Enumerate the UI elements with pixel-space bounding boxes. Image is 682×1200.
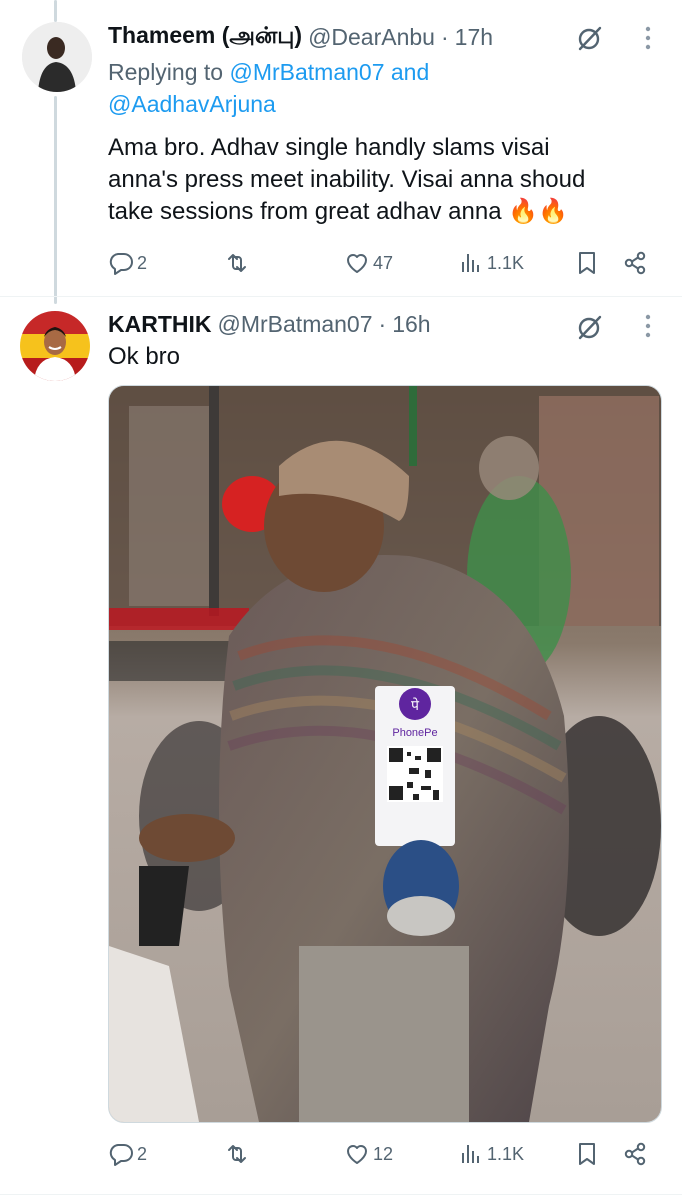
retweet-button[interactable] bbox=[224, 248, 253, 278]
reply-button[interactable]: 2 bbox=[108, 1139, 147, 1169]
replying-to-user-1[interactable]: @MrBatman07 bbox=[229, 59, 384, 85]
tweet-2[interactable]: KARTHIK @MrBatman07 · 16h Ok bro पे Phon… bbox=[0, 297, 682, 1197]
reply-count: 2 bbox=[137, 252, 148, 273]
replying-to-label: Replying to bbox=[108, 59, 230, 85]
like-count: 12 bbox=[373, 1143, 394, 1164]
display-name[interactable]: Thameem (அன்பு) bbox=[108, 22, 302, 52]
retweet-button[interactable] bbox=[224, 1139, 253, 1169]
grok-icon[interactable] bbox=[576, 313, 604, 341]
action-bar: 2 12 1.1K bbox=[108, 1139, 656, 1169]
views-count: 1.1K bbox=[487, 1143, 525, 1164]
reply-icon bbox=[109, 253, 133, 275]
handle[interactable]: @MrBatman07 bbox=[218, 311, 373, 338]
views-button[interactable]: 1.1K bbox=[458, 248, 524, 278]
tweet-text-line: anna's press meet inability. Visai anna … bbox=[108, 166, 586, 193]
more-icon[interactable] bbox=[643, 312, 653, 340]
photo-image: पे PhonePe bbox=[109, 386, 661, 1122]
share-icon bbox=[624, 1142, 646, 1166]
tweet-divider bbox=[0, 1194, 682, 1195]
views-icon bbox=[462, 254, 479, 272]
replying-to: Replying to @MrBatman07 and @AadhavArjun… bbox=[108, 56, 648, 120]
reply-button[interactable]: 2 bbox=[108, 248, 147, 278]
separator-dot: · bbox=[440, 23, 449, 50]
grok-icon[interactable] bbox=[576, 24, 604, 52]
tweet-text-line: take sessions from great adhav anna 🔥🔥 bbox=[108, 198, 568, 225]
tweet-photo[interactable]: पे PhonePe bbox=[108, 385, 662, 1123]
svg-text:पे: पे bbox=[411, 697, 420, 714]
timestamp[interactable]: 17h bbox=[455, 24, 493, 51]
tweet-1[interactable]: Thameem (அன்பு) @DearAnbu · 17h Replying… bbox=[0, 0, 682, 296]
more-icon[interactable] bbox=[643, 24, 653, 52]
phonepe-label: PhonePe bbox=[392, 727, 437, 739]
views-icon bbox=[462, 1145, 479, 1163]
tweet-header: Thameem (அன்பு) @DearAnbu · 17h bbox=[108, 20, 493, 54]
avatar[interactable] bbox=[20, 311, 90, 381]
timestamp[interactable]: 16h bbox=[392, 311, 430, 338]
share-icon bbox=[624, 251, 646, 275]
display-name[interactable]: KARTHIK bbox=[108, 311, 212, 338]
reply-icon bbox=[109, 1144, 133, 1166]
bookmark-icon bbox=[579, 252, 595, 274]
action-bar: 2 47 1.1K bbox=[108, 248, 656, 278]
retweet-icon bbox=[228, 254, 246, 272]
bookmark-icon bbox=[579, 1143, 595, 1165]
tweet-text: Ok bro bbox=[108, 343, 181, 370]
tweet-text: Ama bro. Adhav single handly slams visai… bbox=[108, 132, 658, 228]
like-button[interactable]: 47 bbox=[344, 248, 393, 278]
views-button[interactable]: 1.1K bbox=[458, 1139, 524, 1169]
separator-dot: · bbox=[378, 310, 387, 337]
like-icon bbox=[347, 1145, 367, 1164]
retweet-icon bbox=[228, 1145, 246, 1163]
bookmark-button[interactable] bbox=[574, 248, 600, 278]
tweet-text-line: Ama bro. Adhav single handly slams visai bbox=[108, 134, 550, 161]
share-button[interactable] bbox=[622, 1139, 648, 1169]
like-icon bbox=[347, 254, 367, 273]
like-count: 47 bbox=[373, 252, 394, 273]
tweet-header: KARTHIK @MrBatman07 · 16h bbox=[108, 307, 431, 341]
avatar[interactable] bbox=[22, 22, 92, 92]
share-button[interactable] bbox=[622, 248, 648, 278]
avatar-image bbox=[22, 22, 92, 92]
avatar-image bbox=[20, 311, 90, 381]
bookmark-button[interactable] bbox=[574, 1139, 600, 1169]
like-button[interactable]: 12 bbox=[344, 1139, 393, 1169]
handle[interactable]: @DearAnbu bbox=[308, 24, 435, 51]
replying-to-user-2[interactable]: @AadhavArjuna bbox=[108, 91, 276, 117]
reply-count: 2 bbox=[137, 1143, 148, 1164]
replying-to-and: and bbox=[384, 59, 430, 85]
views-count: 1.1K bbox=[487, 252, 525, 273]
